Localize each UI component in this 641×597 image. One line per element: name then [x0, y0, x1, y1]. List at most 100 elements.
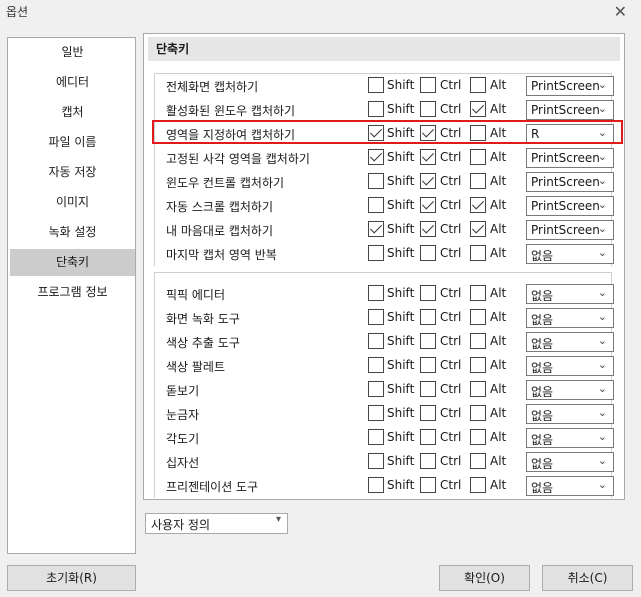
sidebar-item[interactable]: 이미지	[10, 189, 135, 216]
ctrl-checkbox[interactable]	[420, 197, 436, 213]
ctrl-checkbox[interactable]	[420, 309, 436, 325]
shift-checkbox[interactable]	[368, 453, 384, 469]
shift-checkbox[interactable]	[368, 429, 384, 445]
alt-checkbox[interactable]	[470, 477, 486, 493]
ctrl-checkbox[interactable]	[420, 173, 436, 189]
sidebar-item[interactable]: 파일 이름	[10, 129, 135, 156]
sidebar-item[interactable]: 캡처	[10, 99, 135, 126]
shortcut-row: 활성화된 윈도우 캡처하기 Shift Ctrl Alt PrintScreen ⌄	[144, 98, 626, 122]
sidebar-item[interactable]: 녹화 설정	[10, 219, 135, 246]
shortcut-row: 각도기 Shift Ctrl Alt 없음 ⌄	[144, 426, 626, 450]
ctrl-checkbox[interactable]	[420, 221, 436, 237]
shift-checkbox[interactable]	[368, 125, 384, 141]
key-dropdown[interactable]: R ⌄	[526, 124, 614, 144]
alt-checkbox[interactable]	[470, 309, 486, 325]
ctrl-checkbox-label: Ctrl	[440, 246, 462, 260]
alt-checkbox[interactable]	[470, 221, 486, 237]
alt-checkbox[interactable]	[470, 125, 486, 141]
alt-checkbox[interactable]	[470, 149, 486, 165]
ctrl-checkbox[interactable]	[420, 245, 436, 261]
alt-checkbox[interactable]	[470, 453, 486, 469]
ctrl-checkbox[interactable]	[420, 405, 436, 421]
panel-title: 단축키	[148, 37, 620, 61]
key-dropdown[interactable]: 없음 ⌄	[526, 404, 614, 424]
shift-checkbox[interactable]	[368, 381, 384, 397]
shortcut-label: 눈금자	[166, 408, 200, 422]
key-dropdown[interactable]: 없음 ⌄	[526, 428, 614, 448]
shift-checkbox[interactable]	[368, 333, 384, 349]
shift-checkbox[interactable]	[368, 221, 384, 237]
key-dropdown[interactable]: 없음 ⌄	[526, 244, 614, 264]
shift-checkbox-label: Shift	[387, 78, 415, 92]
key-dropdown[interactable]: 없음 ⌄	[526, 452, 614, 472]
reset-button[interactable]: 초기화(R)	[7, 565, 136, 591]
ctrl-checkbox[interactable]	[420, 453, 436, 469]
shift-checkbox[interactable]	[368, 77, 384, 93]
ctrl-checkbox[interactable]	[420, 429, 436, 445]
ctrl-checkbox[interactable]	[420, 101, 436, 117]
chevron-down-icon: ⌄	[597, 78, 607, 91]
key-dropdown[interactable]: PrintScreen ⌄	[526, 148, 614, 168]
sidebar-item[interactable]: 단축키	[10, 249, 135, 276]
alt-checkbox[interactable]	[470, 245, 486, 261]
alt-checkbox[interactable]	[470, 333, 486, 349]
sidebar-item[interactable]: 프로그램 정보	[10, 279, 135, 306]
shift-checkbox[interactable]	[368, 245, 384, 261]
shift-checkbox[interactable]	[368, 285, 384, 301]
shift-checkbox[interactable]	[368, 197, 384, 213]
key-dropdown[interactable]: PrintScreen ⌄	[526, 172, 614, 192]
shift-checkbox-label: Shift	[387, 198, 415, 212]
alt-checkbox-label: Alt	[490, 310, 507, 324]
sidebar-item[interactable]: 에디터	[10, 69, 135, 96]
shift-checkbox[interactable]	[368, 101, 384, 117]
ctrl-checkbox[interactable]	[420, 125, 436, 141]
ctrl-checkbox[interactable]	[420, 77, 436, 93]
key-dropdown[interactable]: PrintScreen ⌄	[526, 196, 614, 216]
key-dropdown[interactable]: PrintScreen ⌄	[526, 76, 614, 96]
shift-checkbox[interactable]	[368, 405, 384, 421]
ctrl-checkbox[interactable]	[420, 149, 436, 165]
key-dropdown-value: 없음	[531, 249, 554, 263]
ctrl-checkbox[interactable]	[420, 285, 436, 301]
key-dropdown-value: 없음	[531, 361, 554, 375]
key-dropdown[interactable]: 없음 ⌄	[526, 476, 614, 496]
shift-checkbox[interactable]	[368, 309, 384, 325]
key-dropdown[interactable]: 없음 ⌄	[526, 380, 614, 400]
ok-button[interactable]: 확인(O)	[439, 565, 530, 591]
alt-checkbox[interactable]	[470, 285, 486, 301]
ctrl-checkbox[interactable]	[420, 357, 436, 373]
shift-checkbox[interactable]	[368, 477, 384, 493]
ctrl-checkbox-label: Ctrl	[440, 222, 462, 236]
ctrl-checkbox-label: Ctrl	[440, 78, 462, 92]
chevron-down-icon: ⌄	[597, 222, 607, 235]
alt-checkbox[interactable]	[470, 357, 486, 373]
ctrl-checkbox[interactable]	[420, 333, 436, 349]
key-dropdown[interactable]: 없음 ⌄	[526, 284, 614, 304]
alt-checkbox[interactable]	[470, 173, 486, 189]
ctrl-checkbox[interactable]	[420, 381, 436, 397]
cancel-button[interactable]: 취소(C)	[542, 565, 633, 591]
alt-checkbox-label: Alt	[490, 246, 507, 260]
key-dropdown[interactable]: 없음 ⌄	[526, 356, 614, 376]
alt-checkbox-label: Alt	[490, 198, 507, 212]
ctrl-checkbox[interactable]	[420, 477, 436, 493]
alt-checkbox[interactable]	[470, 405, 486, 421]
sidebar-item[interactable]: 자동 저장	[10, 159, 135, 186]
alt-checkbox[interactable]	[470, 429, 486, 445]
key-dropdown[interactable]: PrintScreen ⌄	[526, 100, 614, 120]
key-dropdown[interactable]: 없음 ⌄	[526, 308, 614, 328]
preset-dropdown[interactable]: 사용자 정의 ▾	[145, 513, 288, 534]
shortcut-label: 영역을 지정하여 캡처하기	[166, 128, 296, 142]
key-dropdown[interactable]: 없음 ⌄	[526, 332, 614, 352]
shift-checkbox[interactable]	[368, 357, 384, 373]
close-icon[interactable]: ✕	[614, 2, 627, 21]
alt-checkbox[interactable]	[470, 101, 486, 117]
alt-checkbox[interactable]	[470, 381, 486, 397]
key-dropdown[interactable]: PrintScreen ⌄	[526, 220, 614, 240]
shift-checkbox[interactable]	[368, 173, 384, 189]
alt-checkbox[interactable]	[470, 197, 486, 213]
sidebar-item[interactable]: 일반	[10, 39, 135, 66]
alt-checkbox[interactable]	[470, 77, 486, 93]
shift-checkbox[interactable]	[368, 149, 384, 165]
shortcut-row: 마지막 캡처 영역 반복 Shift Ctrl Alt 없음 ⌄	[144, 242, 626, 266]
